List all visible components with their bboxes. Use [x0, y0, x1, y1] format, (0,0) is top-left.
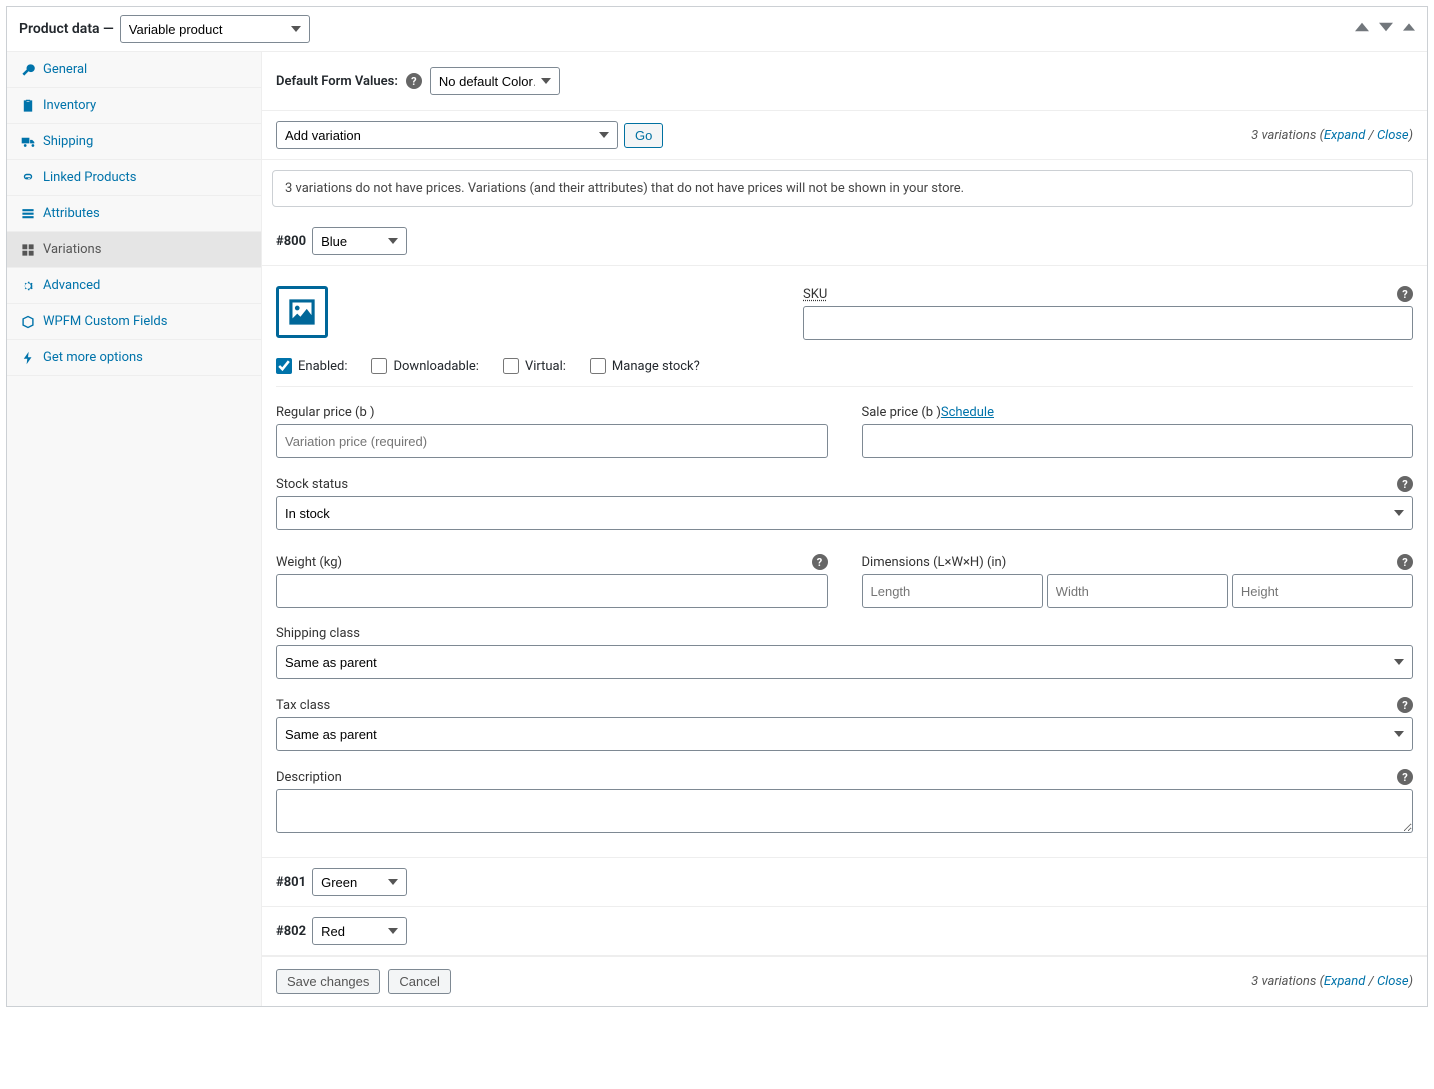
toggle-metabox-icon[interactable] — [1403, 21, 1415, 37]
help-icon[interactable]: ? — [406, 73, 422, 89]
sku-label: SKU — [803, 287, 827, 302]
expand-link-footer[interactable]: Expand — [1324, 974, 1365, 989]
product-type-select[interactable]: Variable product — [120, 15, 310, 43]
tab-advanced[interactable]: Advanced — [7, 268, 261, 304]
metabox-header: Product data — Variable product — [7, 7, 1427, 52]
variation-id: #800 — [276, 234, 306, 249]
virtual-checkbox[interactable] — [503, 358, 519, 374]
width-input[interactable] — [1047, 574, 1228, 608]
help-icon[interactable]: ? — [1397, 769, 1413, 785]
expand-link[interactable]: Expand — [1324, 128, 1365, 143]
close-link-footer[interactable]: Close — [1377, 974, 1409, 989]
stock-status-select[interactable]: In stock — [276, 496, 1413, 530]
wrench-icon — [21, 63, 35, 77]
move-up-icon[interactable] — [1355, 20, 1369, 38]
dimensions-label: Dimensions (L×W×H) (in) — [862, 555, 1007, 570]
weight-label: Weight (kg) — [276, 555, 342, 570]
default-form-values-label: Default Form Values: — [276, 74, 398, 89]
shipping-class-label: Shipping class — [276, 626, 1413, 641]
variation-800-header[interactable]: #800 Blue — [262, 217, 1427, 266]
variation-801-header[interactable]: #801 Green — [262, 857, 1427, 907]
sku-input[interactable] — [803, 306, 1413, 340]
help-icon[interactable]: ? — [812, 554, 828, 570]
virtual-checkbox-label[interactable]: Virtual: — [503, 358, 566, 374]
default-color-select[interactable]: No default Color… — [430, 67, 560, 95]
cube-icon — [21, 315, 35, 329]
tab-shipping[interactable]: Shipping — [7, 124, 261, 160]
variation-802-header[interactable]: #802 Red — [262, 907, 1427, 956]
metabox-title: Product data — — [19, 21, 114, 37]
enabled-checkbox-label[interactable]: Enabled: — [276, 358, 347, 374]
sale-price-input[interactable] — [862, 424, 1414, 458]
downloadable-checkbox-label[interactable]: Downloadable: — [371, 358, 478, 374]
regular-price-label: Regular price (b ) — [276, 405, 828, 420]
variation-image-upload[interactable] — [276, 286, 328, 338]
variation-id: #802 — [276, 924, 306, 939]
shipping-class-select[interactable]: Same as parent — [276, 645, 1413, 679]
tax-class-select[interactable]: Same as parent — [276, 717, 1413, 751]
tab-inventory[interactable]: Inventory — [7, 88, 261, 124]
sale-price-label: Sale price (b ) — [862, 405, 941, 420]
height-input[interactable] — [1232, 574, 1413, 608]
tab-wpfm[interactable]: WPFM Custom Fields — [7, 304, 261, 340]
product-data-metabox: Product data — Variable product General — [6, 6, 1428, 1007]
variation-action-select[interactable]: Add variation — [276, 121, 618, 149]
help-icon[interactable]: ? — [1397, 476, 1413, 492]
weight-input[interactable] — [276, 574, 828, 608]
tab-attributes[interactable]: Attributes — [7, 196, 261, 232]
schedule-link[interactable]: Schedule — [941, 405, 994, 420]
bolt-icon — [21, 351, 35, 365]
manage-stock-checkbox-label[interactable]: Manage stock? — [590, 358, 700, 374]
enabled-checkbox[interactable] — [276, 358, 292, 374]
grid-icon — [21, 243, 35, 257]
close-link[interactable]: Close — [1377, 128, 1409, 143]
stock-status-label: Stock status — [276, 477, 348, 492]
regular-price-input[interactable] — [276, 424, 828, 458]
list-icon — [21, 207, 35, 221]
manage-stock-checkbox[interactable] — [590, 358, 606, 374]
cancel-button[interactable]: Cancel — [388, 969, 450, 994]
downloadable-checkbox[interactable] — [371, 358, 387, 374]
product-tabs: General Inventory Shipping Linked Produc… — [7, 52, 262, 1006]
truck-icon — [21, 135, 35, 149]
tab-general[interactable]: General — [7, 52, 261, 88]
save-changes-button[interactable]: Save changes — [276, 969, 380, 994]
description-textarea[interactable] — [276, 789, 1413, 833]
link-icon — [21, 171, 35, 185]
tab-more-options[interactable]: Get more options — [7, 340, 261, 376]
length-input[interactable] — [862, 574, 1043, 608]
variation-802-color-select[interactable]: Red — [312, 917, 407, 945]
go-button[interactable]: Go — [624, 123, 663, 148]
variations-count-footer: 3 variations (Expand / Close) — [1251, 974, 1413, 989]
variations-count: 3 variations (Expand / Close) — [1251, 128, 1413, 143]
variations-panel: Default Form Values: ? No default Color…… — [262, 52, 1427, 1006]
clipboard-icon — [21, 99, 35, 113]
variation-801-color-select[interactable]: Green — [312, 868, 407, 896]
tab-variations[interactable]: Variations — [7, 232, 261, 268]
move-down-icon[interactable] — [1379, 20, 1393, 38]
help-icon[interactable]: ? — [1397, 286, 1413, 302]
gear-icon — [21, 279, 35, 293]
variation-800-color-select[interactable]: Blue — [312, 227, 407, 255]
tax-class-label: Tax class — [276, 698, 330, 713]
description-label: Description — [276, 770, 342, 785]
price-warning-notice: 3 variations do not have prices. Variati… — [272, 170, 1413, 207]
help-icon[interactable]: ? — [1397, 697, 1413, 713]
variation-800-body: SKU ? Enabled: Downloadable: — [262, 266, 1427, 857]
tab-linked[interactable]: Linked Products — [7, 160, 261, 196]
variation-id: #801 — [276, 875, 306, 890]
help-icon[interactable]: ? — [1397, 554, 1413, 570]
